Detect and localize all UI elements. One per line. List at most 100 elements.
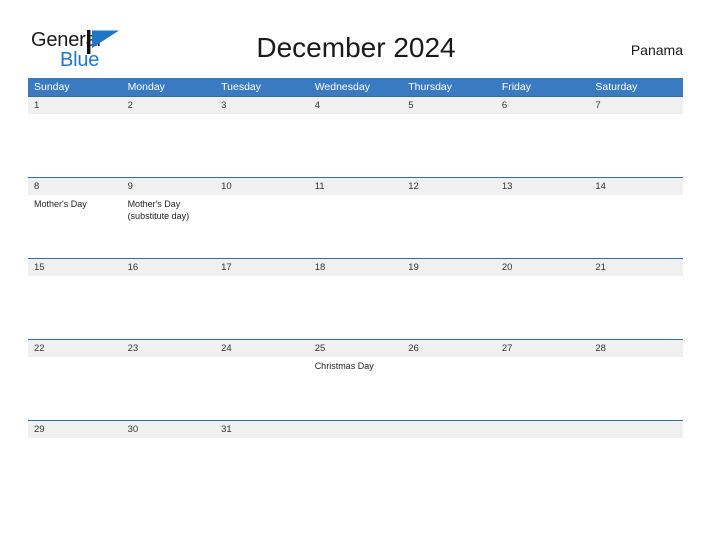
day-number[interactable]: 25 (309, 340, 403, 357)
day-cell[interactable] (589, 276, 683, 339)
weekday-header-sunday: Sunday (34, 81, 70, 93)
day-cell[interactable] (309, 438, 403, 501)
day-cell[interactable] (589, 195, 683, 258)
day-number[interactable]: 6 (496, 97, 590, 114)
day-number[interactable]: 7 (589, 97, 683, 114)
day-cell[interactable] (309, 114, 403, 177)
day-number[interactable]: 11 (309, 178, 403, 195)
week-event-band: Mother's Day Mother's Day (substitute day… (28, 195, 683, 258)
day-number[interactable]: 18 (309, 259, 403, 276)
day-cell[interactable] (402, 357, 496, 420)
day-cell[interactable]: Mother's Day (28, 195, 122, 258)
week-event-band (28, 114, 683, 177)
day-number[interactable]: 1 (28, 97, 122, 114)
day-number[interactable]: 22 (28, 340, 122, 357)
weekday-header-tuesday: Tuesday (221, 81, 262, 93)
week-date-band: 22 23 24 25 26 27 28 (28, 339, 683, 357)
day-cell[interactable] (589, 114, 683, 177)
day-cell[interactable] (309, 195, 403, 258)
day-cell[interactable] (496, 438, 590, 501)
day-number[interactable]: 13 (496, 178, 590, 195)
day-number[interactable]: 27 (496, 340, 590, 357)
day-number[interactable]: 9 (122, 178, 216, 195)
day-cell[interactable] (122, 276, 216, 339)
day-number[interactable]: 10 (215, 178, 309, 195)
calendar-week-row: 29 30 31 (28, 420, 683, 501)
weekday-header-thursday: Thursday (408, 81, 453, 93)
page-header: General Blue December 2024 Panama (0, 0, 712, 76)
week-event-band (28, 276, 683, 339)
calendar-week-row: 15 16 17 18 19 20 21 (28, 258, 683, 339)
day-cell[interactable] (496, 114, 590, 177)
day-number[interactable]: 26 (402, 340, 496, 357)
day-cell[interactable]: Christmas Day (309, 357, 403, 420)
day-number-empty (309, 421, 403, 438)
day-number[interactable]: 20 (496, 259, 590, 276)
day-cell[interactable] (122, 438, 216, 501)
day-cell[interactable] (496, 195, 590, 258)
day-cell[interactable] (215, 438, 309, 501)
country-label: Panama (630, 42, 683, 58)
day-cell[interactable] (309, 276, 403, 339)
week-event-band: Christmas Day (28, 357, 683, 420)
day-number-empty (496, 421, 590, 438)
week-event-band (28, 438, 683, 501)
day-number[interactable]: 21 (589, 259, 683, 276)
day-cell[interactable] (496, 276, 590, 339)
day-cell[interactable] (215, 357, 309, 420)
day-number[interactable]: 23 (122, 340, 216, 357)
day-cell[interactable] (122, 114, 216, 177)
day-cell[interactable] (215, 114, 309, 177)
day-number[interactable]: 15 (28, 259, 122, 276)
week-date-band: 29 30 31 (28, 420, 683, 438)
weekday-header-saturday: Saturday (595, 81, 638, 93)
day-cell[interactable] (496, 357, 590, 420)
day-number[interactable]: 3 (215, 97, 309, 114)
week-date-band: 8 9 10 11 12 13 14 (28, 177, 683, 195)
day-number[interactable]: 28 (589, 340, 683, 357)
weekday-header-friday: Friday (501, 81, 531, 93)
calendar-grid: Sunday Monday Tuesday Wednesday Thursday Frid… (28, 78, 683, 501)
day-cell[interactable] (402, 438, 496, 501)
day-number[interactable]: 8 (28, 178, 122, 195)
weekday-header-monday: Monday (127, 81, 165, 93)
calendar-weeks: 1 2 3 4 5 6 7 8 9 10 11 12 13 14 Mother's Day Mother's … (28, 96, 683, 501)
calendar-page: General Blue December 2024 Panama Sunday… (0, 0, 712, 550)
day-number-empty (589, 421, 683, 438)
day-number[interactable]: 12 (402, 178, 496, 195)
holiday-event: Mother's Day (34, 199, 87, 209)
calendar-week-row: 1234567 (28, 96, 683, 177)
day-number[interactable]: 30 (122, 421, 216, 438)
day-number[interactable]: 16 (122, 259, 216, 276)
day-cell[interactable] (402, 114, 496, 177)
day-cell[interactable] (215, 276, 309, 339)
week-date-band: 1234567 (28, 96, 683, 114)
calendar-week-row: 22 23 24 25 26 27 28 Christmas Day (28, 339, 683, 420)
day-number[interactable]: 31 (215, 421, 309, 438)
day-number[interactable]: 17 (215, 259, 309, 276)
page-title: December 2024 (256, 32, 456, 63)
day-number[interactable]: 19 (402, 259, 496, 276)
day-cell[interactable] (589, 357, 683, 420)
day-cell[interactable] (28, 357, 122, 420)
day-cell[interactable] (28, 114, 122, 177)
day-number[interactable]: 4 (309, 97, 403, 114)
week-date-band: 15 16 17 18 19 20 21 (28, 258, 683, 276)
weekday-header-row: Sunday Monday Tuesday Wednesday Thursday Frid… (28, 78, 683, 96)
day-number-empty (402, 421, 496, 438)
day-cell[interactable]: Mother's Day (substitute day) (122, 195, 216, 258)
day-number[interactable]: 29 (28, 421, 122, 438)
day-number[interactable]: 2 (122, 97, 216, 114)
holiday-event: Mother's Day (substitute day) (127, 199, 190, 221)
day-cell[interactable] (28, 276, 122, 339)
day-number[interactable]: 14 (589, 178, 683, 195)
day-cell[interactable] (122, 357, 216, 420)
day-cell[interactable] (215, 195, 309, 258)
day-number[interactable]: 24 (215, 340, 309, 357)
day-cell[interactable] (402, 195, 496, 258)
day-number[interactable]: 5 (402, 97, 496, 114)
weekday-header-wednesday: Wednesday (314, 81, 370, 93)
day-cell[interactable] (402, 276, 496, 339)
day-cell[interactable] (589, 438, 683, 501)
day-cell[interactable] (28, 438, 122, 501)
